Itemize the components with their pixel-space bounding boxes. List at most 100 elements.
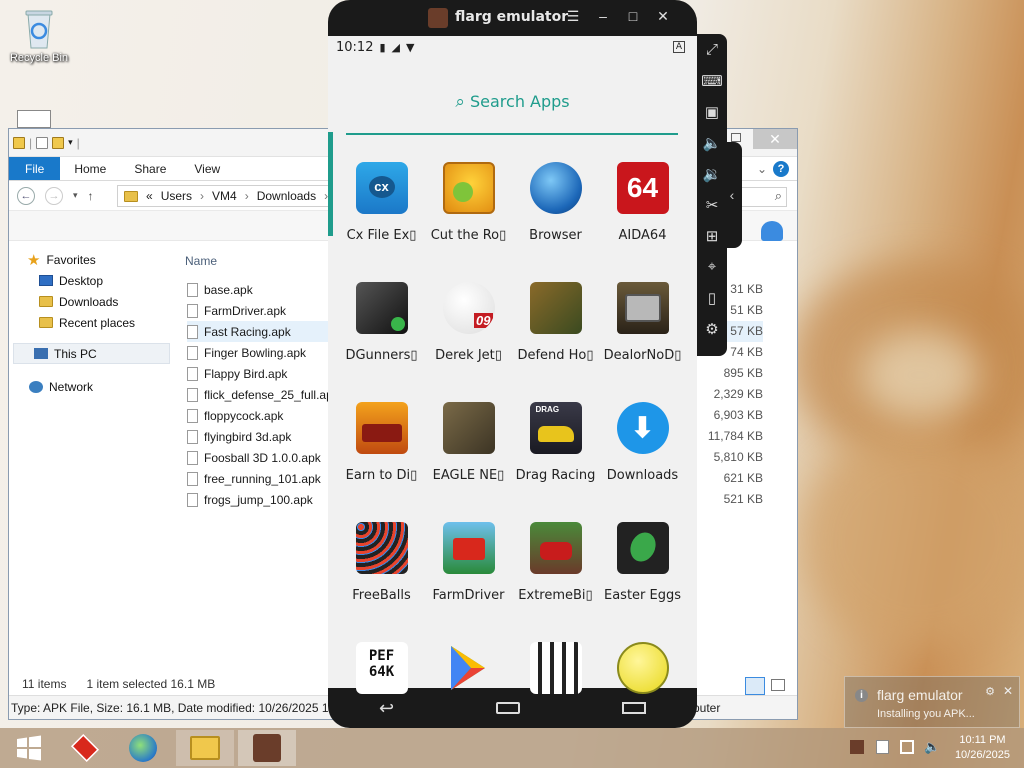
table-row[interactable]: flick_defense_25_full.apk bbox=[187, 384, 339, 405]
large-icons-view-button[interactable] bbox=[771, 679, 785, 691]
toast-settings-icon[interactable]: ⚙ bbox=[985, 685, 995, 698]
app-cut-the-rope[interactable]: Cut the Ro▯ bbox=[425, 156, 512, 276]
chevron-down-icon[interactable]: ▾ bbox=[68, 137, 73, 148]
app-downloads[interactable]: ⬇ Downloads bbox=[599, 396, 686, 516]
up-button[interactable]: ↑ bbox=[88, 189, 94, 203]
emulator-tray-icon[interactable] bbox=[850, 740, 864, 754]
app-derek-jeter[interactable]: 09 Derek Jet▯ bbox=[425, 276, 512, 396]
taskbar-emulator[interactable] bbox=[238, 730, 296, 766]
location-icon[interactable]: ⌖ bbox=[697, 251, 727, 282]
app-partial-pef[interactable]: PEF 64K bbox=[338, 636, 425, 696]
install-apk-icon[interactable]: ▣ bbox=[697, 96, 727, 127]
file-size: 2,329 KB bbox=[713, 387, 763, 401]
notification-toast[interactable]: i flarg emulator Installing you APK... ⚙… bbox=[844, 676, 1020, 728]
new-folder-icon[interactable] bbox=[52, 136, 65, 149]
app-drag-racing[interactable]: DRAG Drag Racing bbox=[512, 396, 599, 516]
keyboard-icon[interactable]: ⌨ bbox=[697, 65, 727, 96]
breadcrumb-vm4[interactable]: VM4 bbox=[212, 189, 237, 203]
browser-globe-icon bbox=[129, 734, 157, 762]
column-header-name[interactable]: Name bbox=[185, 254, 217, 268]
nav-this-pc[interactable]: This PC bbox=[13, 343, 170, 364]
app-defend-home[interactable]: Defend Ho▯ bbox=[512, 276, 599, 396]
fullscreen-icon[interactable]: ⤢ bbox=[697, 34, 727, 65]
volume-muted-icon[interactable]: 🔈 bbox=[924, 739, 940, 755]
app-browser[interactable]: Browser bbox=[512, 156, 599, 276]
home-nav-icon[interactable] bbox=[496, 702, 521, 714]
back-nav-icon[interactable]: ↩ bbox=[379, 698, 394, 719]
tab-share[interactable]: Share bbox=[120, 157, 180, 180]
nav-downloads[interactable]: Downloads bbox=[9, 291, 179, 312]
app-easter-eggs[interactable]: Easter Eggs bbox=[599, 516, 686, 636]
app-dgunners[interactable]: DGunners▯ bbox=[338, 276, 425, 396]
table-row-selected[interactable]: Fast Racing.apk bbox=[187, 321, 337, 342]
app-piano[interactable] bbox=[512, 636, 599, 696]
network-tray-icon[interactable] bbox=[900, 740, 914, 754]
breadcrumb-users[interactable]: Users bbox=[161, 189, 192, 203]
explorer-maximize-button[interactable] bbox=[731, 133, 741, 142]
recycle-bin[interactable]: Recycle Bin bbox=[6, 6, 72, 64]
app-cx-file-explorer[interactable]: cx Cx File Ex▯ bbox=[338, 156, 425, 276]
address-bar[interactable]: « Users › VM4 › Downloads › bbox=[117, 185, 332, 207]
details-view-button[interactable] bbox=[745, 677, 765, 695]
explorer-close-button[interactable]: ✕ bbox=[753, 129, 797, 149]
earn-to-die-icon bbox=[355, 402, 408, 454]
tab-file[interactable]: File bbox=[9, 157, 61, 180]
table-row[interactable]: free_running_101.apk bbox=[187, 468, 337, 489]
search-icon: ⌕ bbox=[455, 92, 465, 112]
help-icon[interactable]: ? bbox=[773, 161, 789, 177]
desktop-icon bbox=[39, 275, 53, 286]
search-box[interactable]: ⌕ bbox=[737, 187, 787, 207]
nav-favorites[interactable]: ★ Favorites bbox=[9, 249, 179, 270]
collapse-toolbar-button[interactable]: ‹ bbox=[722, 142, 742, 248]
flag-icon[interactable] bbox=[876, 740, 889, 754]
app-earn-to-die[interactable]: Earn to Di▯ bbox=[338, 396, 425, 516]
properties-icon[interactable] bbox=[36, 136, 49, 149]
breadcrumb-downloads[interactable]: Downloads bbox=[257, 189, 316, 203]
nav-recent-places[interactable]: Recent places bbox=[9, 312, 179, 333]
minimize-button[interactable]: – bbox=[593, 8, 613, 24]
settings-icon[interactable]: ⚙ bbox=[697, 313, 727, 344]
table-row[interactable]: Foosball 3D 1.0.0.apk bbox=[187, 447, 337, 468]
menu-icon[interactable]: ☰ bbox=[563, 8, 583, 25]
app-play-store[interactable] bbox=[425, 636, 512, 696]
nav-network[interactable]: Network bbox=[9, 376, 179, 397]
file-name: Flappy Bird.apk bbox=[204, 366, 288, 381]
app-farmdriver[interactable]: FarmDriver bbox=[425, 516, 512, 636]
file-list: base.apk FarmDriver.apk Fast Racing.apk … bbox=[187, 279, 339, 510]
ribbon-expand-icon[interactable]: ⌄ bbox=[757, 162, 767, 176]
app-aida64[interactable]: 64 AIDA64 bbox=[599, 156, 686, 276]
recent-locations-icon[interactable]: ▾ bbox=[73, 190, 78, 201]
table-row[interactable]: base.apk bbox=[187, 279, 337, 300]
back-button[interactable]: ← bbox=[17, 186, 35, 205]
emulator-title-bar[interactable]: flarg emulator ☰ – □ ✕ bbox=[328, 0, 697, 36]
table-row[interactable]: flyingbird 3d.apk bbox=[187, 426, 337, 447]
tab-view[interactable]: View bbox=[180, 157, 234, 180]
taskbar-browser[interactable] bbox=[114, 730, 172, 766]
pef-icon: PEF 64K bbox=[355, 642, 408, 694]
table-row[interactable]: Flappy Bird.apk bbox=[187, 363, 337, 384]
toast-close-icon[interactable]: ✕ bbox=[1003, 684, 1013, 698]
table-row[interactable]: floppycock.apk bbox=[187, 405, 337, 426]
view-options-icon[interactable] bbox=[761, 221, 783, 241]
recents-nav-icon[interactable] bbox=[622, 702, 647, 714]
app-deal-or-no-deal[interactable]: DealorNoD▯ bbox=[599, 276, 686, 396]
nav-desktop[interactable]: Desktop bbox=[9, 270, 179, 291]
app-freeballs[interactable]: FreeBalls bbox=[338, 516, 425, 636]
close-button[interactable]: ✕ bbox=[653, 8, 673, 25]
system-clock[interactable]: 10:11 PM 10/26/2025 bbox=[955, 733, 1010, 763]
tab-home[interactable]: Home bbox=[60, 157, 120, 180]
start-button[interactable] bbox=[0, 730, 58, 766]
table-row[interactable]: frogs_jump_100.apk bbox=[187, 489, 337, 510]
search-apps-button[interactable]: ⌕ Search Apps bbox=[328, 92, 697, 112]
taskbar-file-explorer[interactable] bbox=[176, 730, 234, 766]
app-eagle-nest[interactable]: EAGLE NE▯ bbox=[425, 396, 512, 516]
forward-button[interactable]: → bbox=[45, 186, 63, 205]
app-smiley[interactable] bbox=[599, 636, 686, 696]
app-extreme-bike[interactable]: ExtremeBi▯ bbox=[512, 516, 599, 636]
taskbar-app-1[interactable] bbox=[56, 730, 114, 766]
desktop-shortcut-icon[interactable] bbox=[17, 110, 51, 128]
maximize-button[interactable]: □ bbox=[623, 8, 643, 24]
shake-icon[interactable]: ▯ bbox=[697, 282, 727, 313]
table-row[interactable]: FarmDriver.apk bbox=[187, 300, 337, 321]
table-row[interactable]: Finger Bowling.apk bbox=[187, 342, 337, 363]
